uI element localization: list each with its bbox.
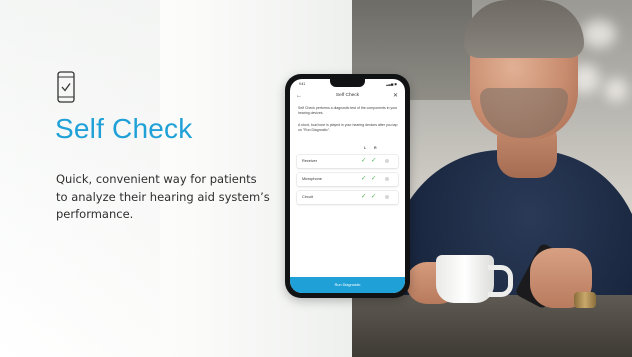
slide: Self Check Quick, convenient way for pat… — [0, 0, 632, 357]
close-icon[interactable]: ✕ — [393, 92, 398, 100]
photo-mug — [436, 255, 494, 303]
photo-watch — [574, 292, 596, 308]
page-subtitle: Quick, convenient way for patients to an… — [56, 172, 270, 221]
info-icon[interactable] — [385, 159, 389, 163]
photo-light-spot — [582, 20, 616, 48]
photo-light-spot — [604, 78, 628, 102]
phone-screen: 9:41 ▂▃▅ ◼ ← Self Check ✕ Self Check per… — [290, 79, 405, 293]
phone-mockup: 9:41 ▂▃▅ ◼ ← Self Check ✕ Self Check per… — [285, 74, 410, 298]
row-label: Receiver — [302, 159, 317, 163]
check-icon: ✓ — [371, 193, 377, 200]
description-paragraph: Self Check performs a diagnostic test of… — [298, 106, 398, 115]
check-icon: ✓ — [361, 175, 367, 182]
check-icon: ✓ — [371, 157, 377, 164]
app-nav-bar: ← Self Check ✕ — [290, 89, 405, 103]
info-icon[interactable] — [385, 177, 389, 181]
row-label: Circuit — [302, 195, 313, 199]
diagnostic-row-circuit: Circuit ✓ ✓ — [297, 191, 398, 204]
diagnostic-row-microphone: Microphone ✓ ✓ — [297, 173, 398, 186]
column-header-left: L — [364, 146, 367, 150]
check-icon: ✓ — [361, 157, 367, 164]
info-icon[interactable] — [385, 195, 389, 199]
status-time: 9:41 — [299, 82, 306, 86]
description-paragraph: A short, loud tone is played in your hea… — [298, 123, 398, 132]
run-diagnostic-button[interactable]: Run Diagnostic — [290, 277, 405, 293]
photo-hair — [464, 0, 584, 58]
row-label: Microphone — [302, 177, 322, 181]
phone-notch — [330, 79, 365, 87]
check-icon: ✓ — [361, 193, 367, 200]
signal-battery-icon: ▂▃▅ ◼ — [386, 82, 397, 86]
app-screen-title: Self Check — [335, 93, 360, 98]
column-header-right: R — [374, 146, 377, 150]
diagnostic-row-receiver: Receiver ✓ ✓ — [297, 155, 398, 168]
photo-mug-handle — [488, 265, 513, 297]
phone-check-icon — [57, 71, 75, 103]
check-icon: ✓ — [371, 175, 377, 182]
page-title: Self Check — [55, 113, 193, 144]
